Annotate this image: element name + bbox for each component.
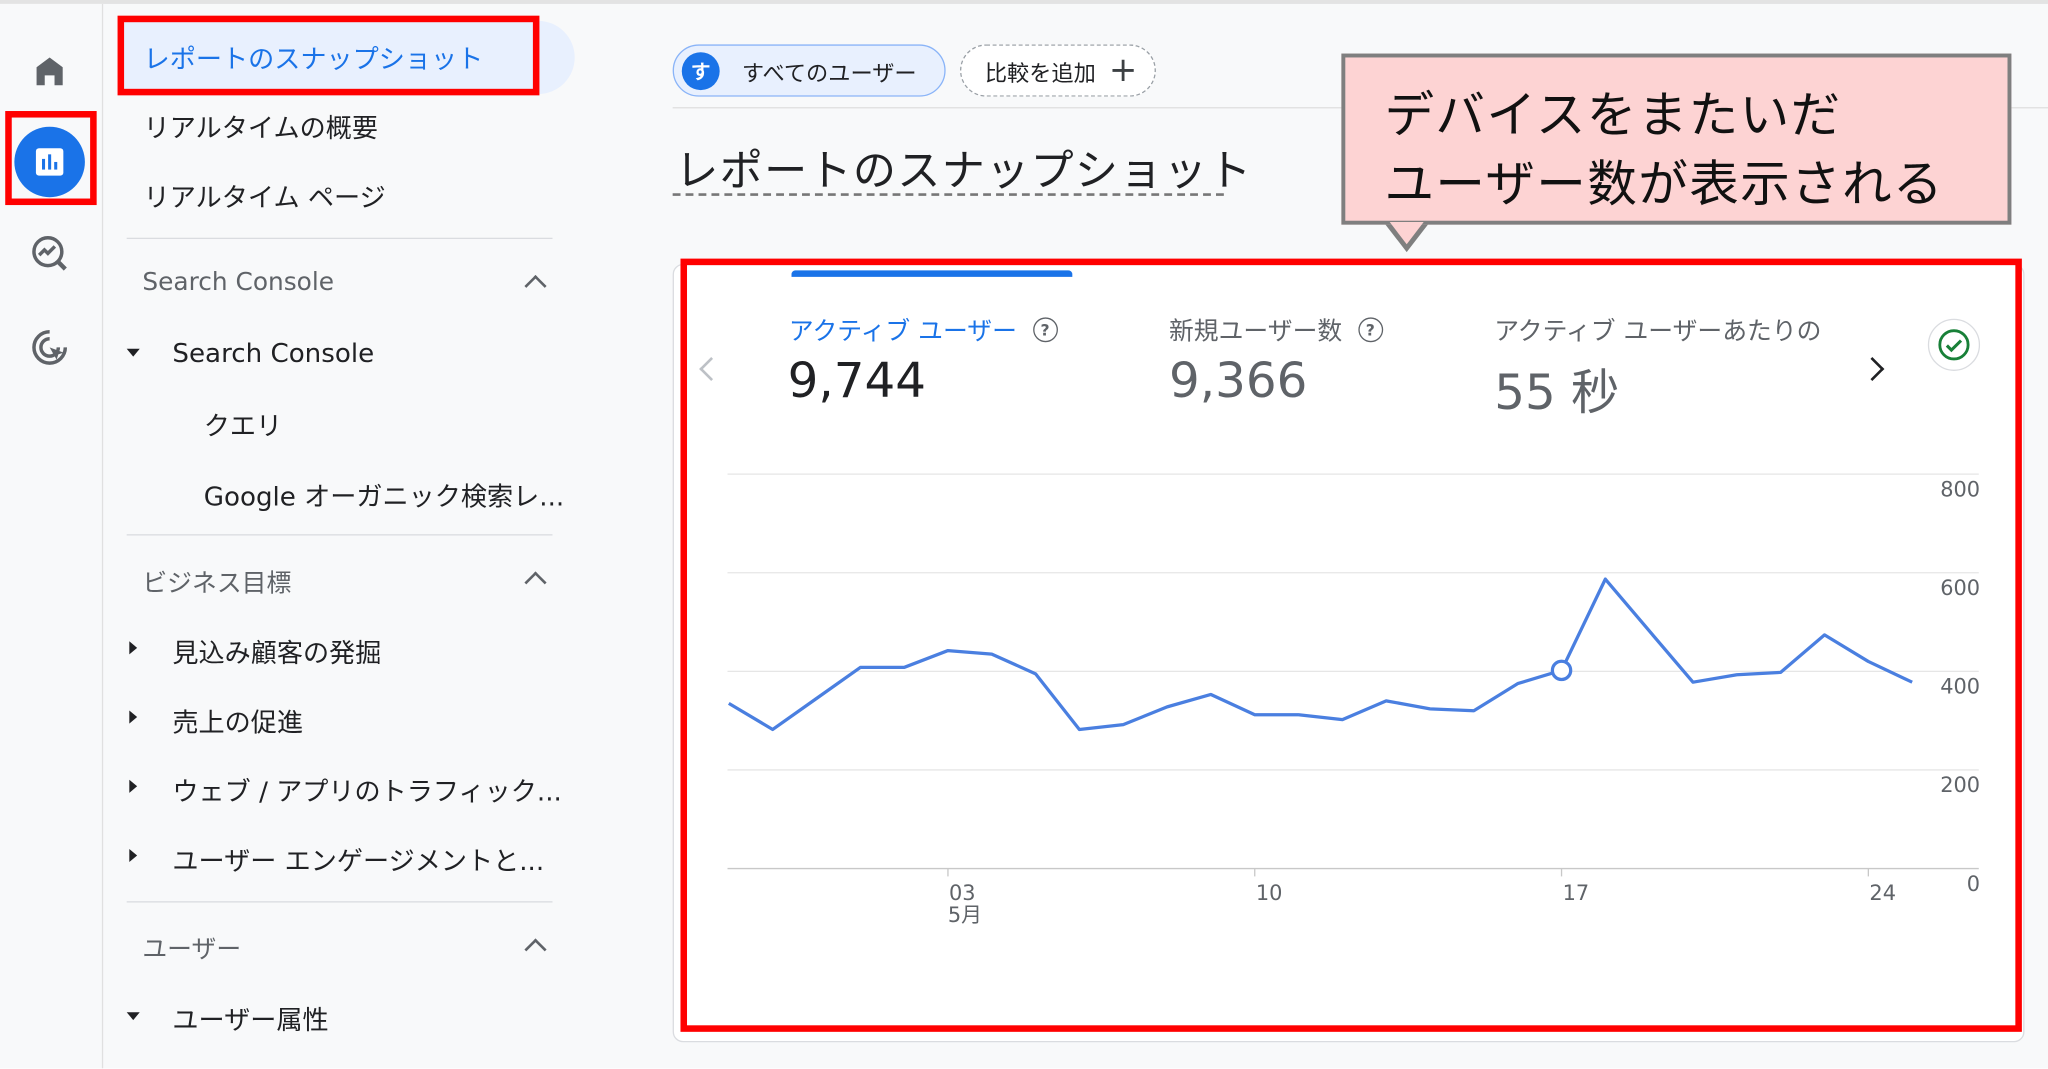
callout-text-line-2: ユーザー数が表示される (1384, 155, 1944, 213)
callout-text-line-1: デバイスをまたいだ (1384, 86, 1842, 144)
callout-tail-fill (1389, 222, 1424, 245)
highlight-box-card (680, 258, 2022, 1032)
